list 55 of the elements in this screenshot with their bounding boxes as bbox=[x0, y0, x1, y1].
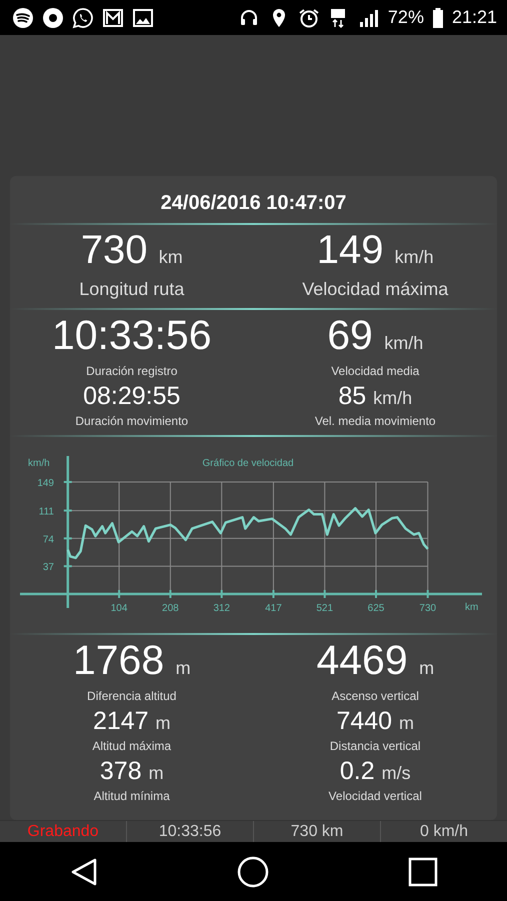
tick-label: 74 bbox=[42, 534, 54, 546]
mail-icon bbox=[102, 6, 124, 28]
stat-label: Longitud ruta bbox=[79, 278, 184, 301]
stat-label: Vel. media movimiento bbox=[314, 413, 436, 430]
stat-value: 85 km/h bbox=[338, 384, 412, 409]
stat-value: 0.2 m/s bbox=[340, 759, 411, 784]
tick-label: 417 bbox=[265, 603, 282, 614]
stat-label: Altitud mínima bbox=[94, 788, 170, 805]
stat-value: 149 km/h bbox=[316, 230, 434, 270]
stat-label: Velocidad vertical bbox=[328, 788, 422, 805]
stat-value: 4469 m bbox=[316, 640, 434, 681]
music-app-icon bbox=[12, 6, 34, 28]
status-text: 10:33:56 bbox=[158, 823, 222, 840]
tick-label: 625 bbox=[368, 603, 384, 614]
stat-value: 2147 m bbox=[92, 709, 171, 734]
stat-value: 08:29:55 bbox=[83, 384, 180, 409]
tick-label: 521 bbox=[316, 603, 334, 614]
tick-label: 312 bbox=[213, 603, 230, 614]
recent-apps-icon[interactable] bbox=[408, 856, 438, 886]
stat-label: Velocidad máxima bbox=[302, 278, 448, 301]
stat-value: 10:33:56 bbox=[52, 315, 212, 356]
stat-value: 378 m bbox=[100, 759, 164, 784]
status-text: Grabando bbox=[27, 823, 99, 840]
stat-label: Duración movimiento bbox=[75, 413, 188, 430]
back-icon[interactable] bbox=[69, 856, 100, 886]
stat-value: 69 km/h bbox=[327, 315, 424, 356]
stat-label: Ascenso vertical bbox=[332, 688, 419, 705]
tick-label: 111 bbox=[38, 506, 54, 518]
tick-label: 730 bbox=[419, 603, 436, 614]
chat-icon bbox=[72, 6, 94, 28]
stat-label: Altitud máxima bbox=[92, 738, 172, 755]
tick-label: 149 bbox=[37, 478, 54, 489]
stat-value: 1768 m bbox=[72, 640, 191, 681]
chart-title: Gráfico de velocidad bbox=[202, 458, 294, 469]
home-icon[interactable] bbox=[237, 856, 270, 888]
alarm-icon bbox=[298, 6, 320, 28]
status-text: 730 km bbox=[290, 823, 344, 840]
status-text: 0 km/h bbox=[420, 823, 468, 840]
stat-label: Distancia vertical bbox=[330, 738, 421, 755]
stat-value: 730 km bbox=[80, 230, 183, 270]
date-title: 24/06/2016 10:47:07 bbox=[160, 191, 348, 216]
stat-value: 7440 m bbox=[336, 709, 414, 734]
stat-label: Velocidad media bbox=[331, 363, 420, 380]
tick-label: 37 bbox=[42, 562, 54, 574]
axis-label: km/h bbox=[28, 458, 50, 469]
axis-label: km bbox=[465, 602, 478, 613]
stat-label: Duración registro bbox=[86, 363, 178, 380]
battery-percentage: 72% bbox=[388, 6, 424, 29]
battery-icon bbox=[432, 6, 444, 28]
clock-time: 21:21 bbox=[452, 6, 497, 29]
image-icon bbox=[132, 6, 154, 28]
tick-label: 208 bbox=[162, 603, 179, 614]
stat-label: Diferencia altitud bbox=[87, 688, 176, 705]
tick-label: 104 bbox=[110, 603, 128, 614]
record-icon bbox=[42, 6, 64, 28]
